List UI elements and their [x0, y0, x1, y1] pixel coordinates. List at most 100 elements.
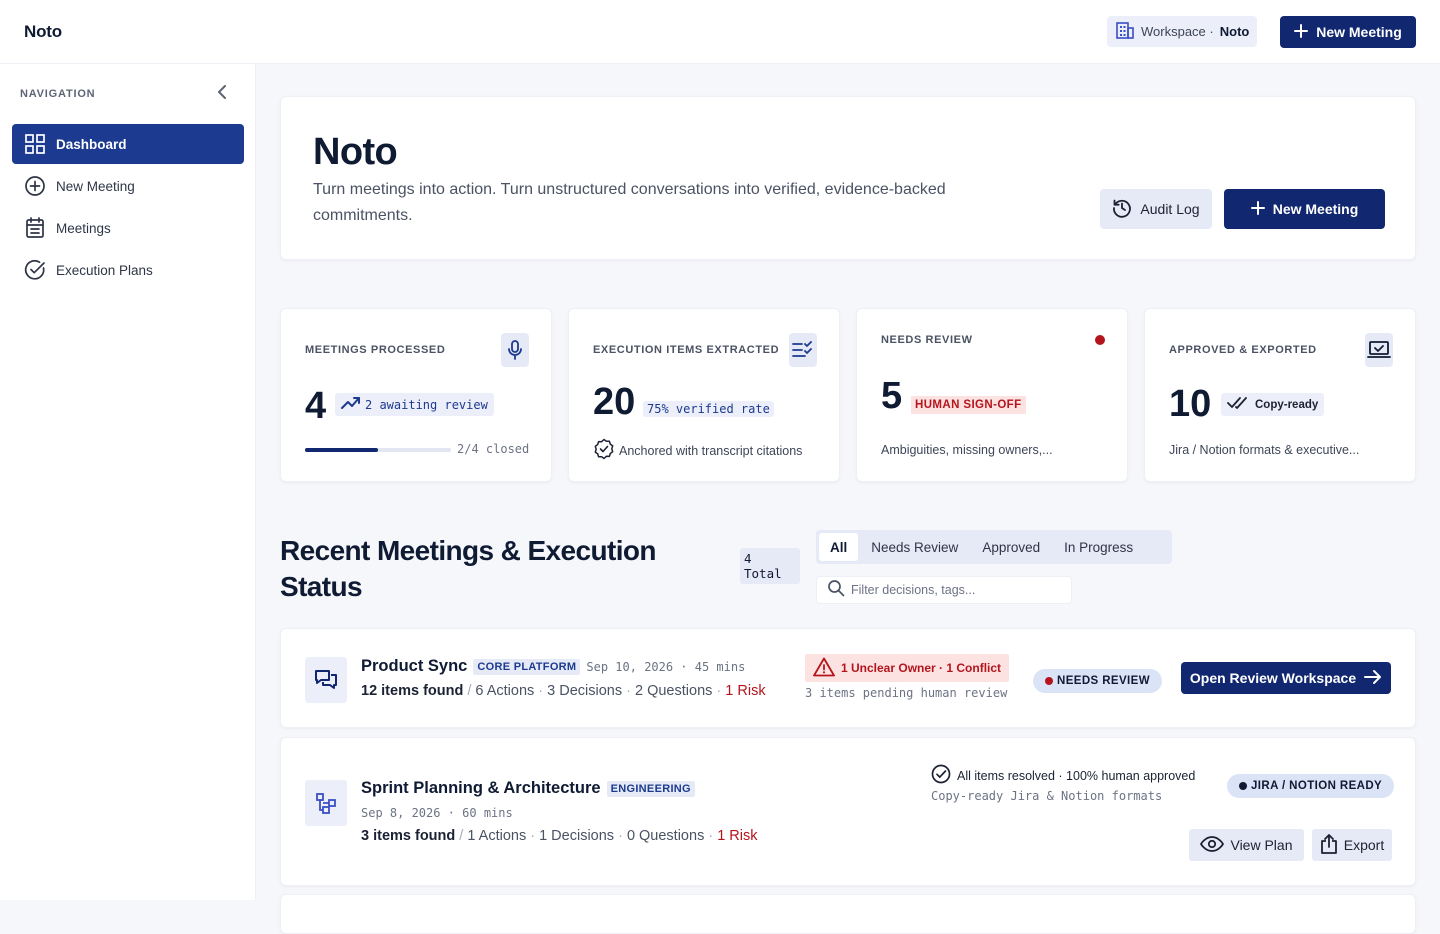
progress-text: 2/4 closed	[457, 442, 530, 456]
human-signoff-badge: HUMAN SIGN-OFF	[911, 396, 1026, 414]
workspace-switcher[interactable]: Workspace · Noto	[1107, 16, 1258, 47]
plus-icon	[1250, 200, 1265, 218]
share-upload-icon	[1320, 833, 1338, 857]
meeting-meta: Sep 10, 2026 · 45 mins	[586, 659, 746, 674]
items-found: 12 items found	[361, 683, 464, 699]
meeting-meta: Sep 8, 2026 · 60 mins	[361, 806, 513, 820]
sidebar-item-label: New Meeting	[56, 178, 135, 194]
questions-count: 2 Questions	[635, 683, 713, 699]
sidebar-item-new-meeting[interactable]: New Meeting	[12, 166, 244, 206]
brand-logo[interactable]: Noto	[24, 22, 62, 42]
resolved-status: All items resolved · 100% human approved	[931, 764, 1195, 787]
stat-value: 4	[305, 385, 327, 427]
arrow-right-icon	[1364, 669, 1382, 688]
page-subtitle: Turn meetings into action. Turn unstruct…	[313, 181, 946, 224]
collapse-sidebar-button[interactable]	[213, 84, 231, 103]
hero-new-meeting-label: New Meeting	[1272, 201, 1359, 217]
warning-icon	[813, 657, 835, 680]
sidebar-item-dashboard[interactable]: Dashboard	[12, 124, 244, 164]
meeting-counts: 3 items found / 1 Actions · 1 Decisions …	[361, 828, 758, 844]
top-new-meeting-button[interactable]: New Meeting	[1280, 16, 1416, 48]
microphone-icon	[501, 333, 529, 367]
sidebar-item-label: Execution Plans	[56, 262, 153, 278]
building-icon	[1115, 20, 1135, 43]
actions-count: 1 Actions	[467, 828, 527, 844]
hero-new-meeting-button[interactable]: New Meeting	[1224, 189, 1385, 229]
status-badge: NEEDS REVIEW	[1033, 669, 1162, 693]
stat-label: EXECUTION ITEMS EXTRACTED	[593, 344, 780, 356]
search-icon	[827, 579, 845, 602]
awaiting-review-text: 2 awaiting review	[365, 397, 488, 412]
stat-card-meetings-processed: MEETINGS PROCESSED 4 2 awaiting review 2…	[280, 308, 552, 482]
stat-value: 20	[593, 381, 636, 423]
meeting-title-row: Sprint Planning & Architecture ENGINEERI…	[361, 779, 695, 798]
tab-approved[interactable]: Approved	[971, 533, 1051, 561]
status-badge: JIRA / NOTION READY	[1227, 774, 1395, 798]
meeting-tag: ENGINEERING	[606, 780, 695, 797]
sidebar-item-label: Dashboard	[56, 136, 127, 152]
calendar-list-icon	[24, 217, 46, 239]
open-review-workspace-button[interactable]: Open Review Workspace	[1181, 662, 1391, 694]
stat-label: APPROVED & EXPORTED	[1169, 344, 1317, 356]
stat-card-needs-review: NEEDS REVIEW 5 HUMAN SIGN-OFF Ambiguitie…	[856, 308, 1128, 482]
meeting-title[interactable]: Sprint Planning & Architecture	[361, 779, 601, 798]
tab-in-progress[interactable]: In Progress	[1053, 533, 1144, 561]
conflict-alert: 1 Unclear Owner · 1 Conflict	[805, 654, 1010, 682]
meeting-card-product-sync[interactable]: Product Sync CORE PLATFORM Sep 10, 2026 …	[280, 628, 1416, 728]
status-filter-tabs: All Needs Review Approved In Progress	[816, 530, 1172, 564]
section-title: Recent Meetings & Execution Status	[280, 535, 656, 602]
sidebar-item-execution-plans[interactable]: Execution Plans	[12, 250, 244, 290]
history-icon	[1112, 198, 1132, 221]
sidebar: NAVIGATION Dashboard New Meeting Meeting…	[0, 64, 256, 900]
stat-foot: Ambiguities, missing owners,...	[881, 443, 1053, 457]
stat-label: MEETINGS PROCESSED	[305, 344, 446, 356]
eye-icon	[1200, 835, 1225, 855]
meeting-title[interactable]: Product Sync	[361, 657, 467, 676]
hierarchy-icon	[305, 780, 347, 826]
sidebar-item-meetings[interactable]: Meetings	[12, 208, 244, 248]
view-plan-button[interactable]: View Plan	[1189, 829, 1304, 861]
double-check-icon	[1227, 397, 1249, 412]
open-review-workspace-label: Open Review Workspace	[1189, 670, 1357, 686]
awaiting-review-chip: 2 awaiting review	[335, 393, 494, 416]
items-found: 3 items found	[361, 828, 456, 844]
hero-card: Noto Turn meetings into action. Turn uns…	[280, 96, 1416, 260]
progress-fill	[305, 448, 378, 452]
total-count-badge: 4 Total	[740, 548, 800, 584]
stat-label: NEEDS REVIEW	[881, 334, 973, 346]
sidebar-item-label: Meetings	[56, 220, 111, 236]
risk-count: 1 Risk	[717, 828, 758, 844]
top-bar: Noto Workspace · Noto New Meeting	[0, 0, 1440, 64]
check-circle-icon	[24, 259, 46, 281]
decisions-count: 3 Decisions	[547, 683, 623, 699]
workspace-label: Workspace ·	[1141, 24, 1214, 39]
page-title: Noto	[313, 131, 398, 173]
meetings-progress-bar	[305, 448, 451, 452]
decisions-count: 1 Decisions	[539, 828, 615, 844]
export-button[interactable]: Export	[1312, 829, 1392, 861]
conflict-alert-text: 1 Unclear Owner · 1 Conflict	[841, 661, 1002, 675]
nav-heading: NAVIGATION	[20, 88, 96, 100]
actions-count: 6 Actions	[475, 683, 535, 699]
check-circle-icon	[931, 764, 951, 787]
plus-icon	[1294, 23, 1309, 41]
view-plan-label: View Plan	[1230, 837, 1293, 853]
meeting-card-partial[interactable]	[280, 894, 1416, 934]
formats-text: Copy-ready Jira & Notion formats	[931, 789, 1163, 803]
audit-log-button[interactable]: Audit Log	[1100, 189, 1212, 229]
stat-foot-text: Anchored with transcript citations	[619, 443, 803, 458]
meeting-card-sprint-planning[interactable]: Sprint Planning & Architecture ENGINEERI…	[280, 737, 1416, 886]
verified-rate-chip: 75% verified rate	[643, 401, 774, 417]
grid-icon	[24, 133, 46, 155]
risk-count: 1 Risk	[725, 683, 766, 699]
pending-review-text: 3 items pending human review	[805, 686, 1008, 700]
export-label: Export	[1343, 837, 1385, 853]
badge-check-icon	[593, 438, 615, 463]
meeting-title-row: Product Sync CORE PLATFORM Sep 10, 2026 …	[361, 657, 745, 676]
filter-input[interactable]	[851, 583, 1061, 597]
tab-needs-review[interactable]: Needs Review	[860, 533, 969, 561]
plus-circle-icon	[24, 175, 46, 197]
tab-all[interactable]: All	[819, 533, 859, 561]
copy-ready-chip: Copy-ready	[1221, 393, 1325, 416]
status-badge-text: NEEDS REVIEW	[1057, 675, 1150, 687]
